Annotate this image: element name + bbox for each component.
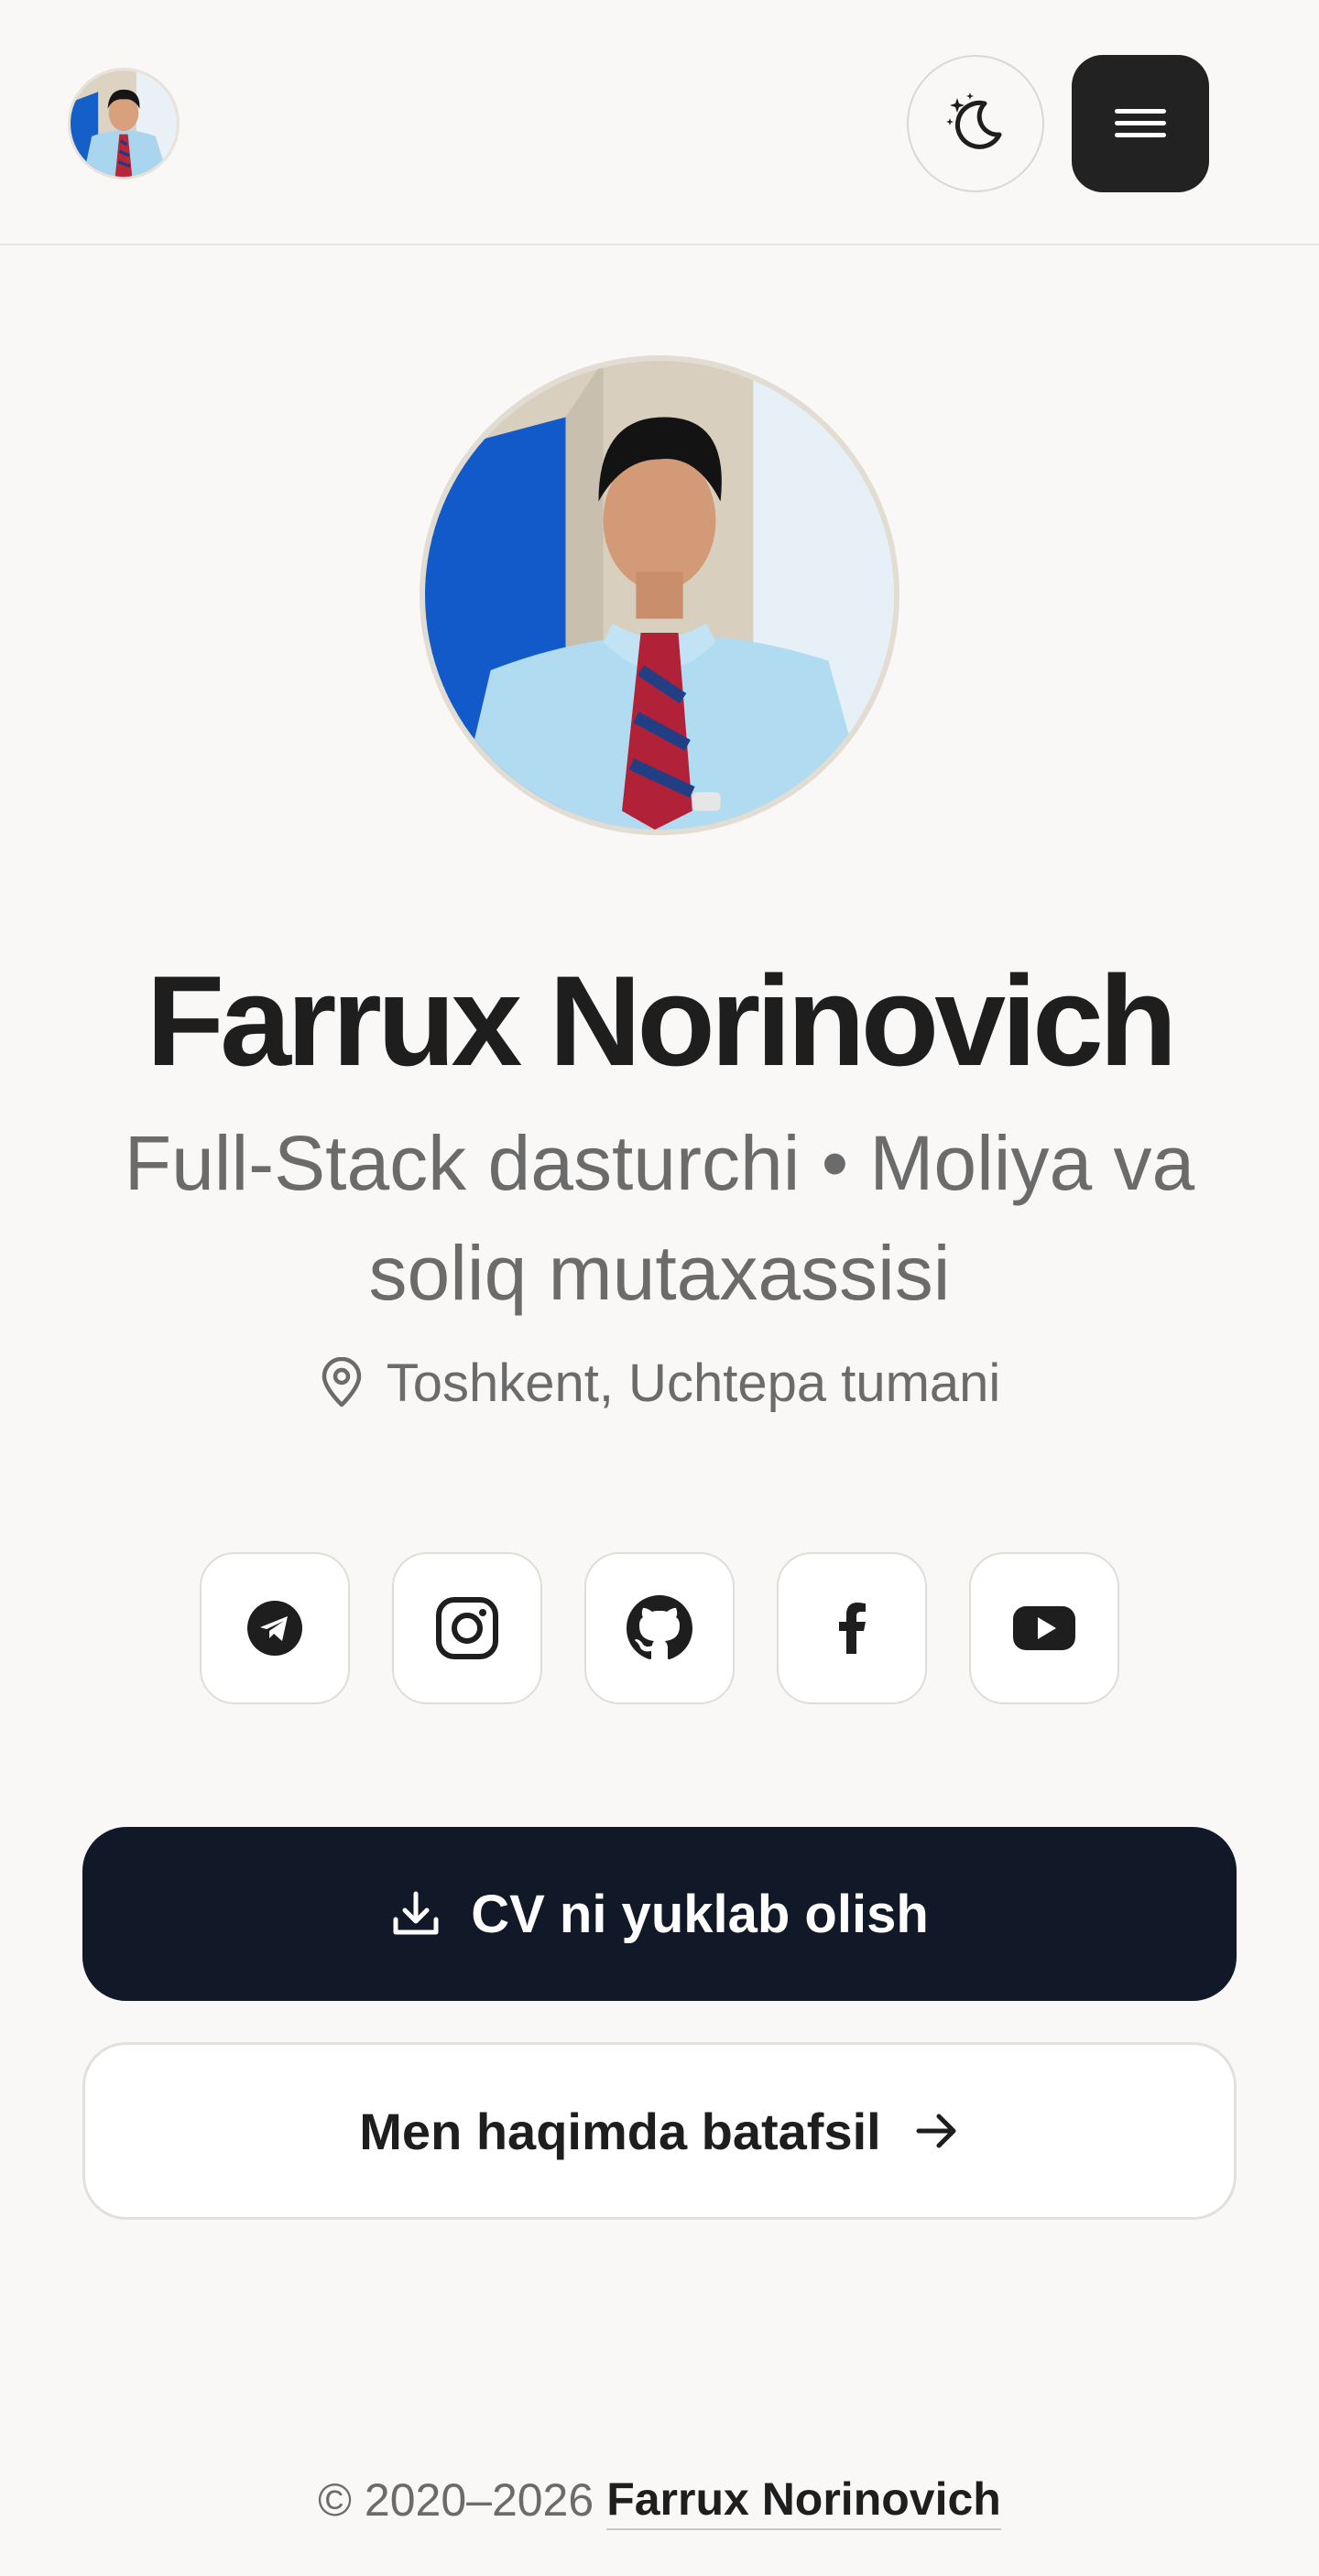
avatar[interactable]	[68, 68, 180, 179]
download-icon	[393, 1891, 439, 1935]
theme-toggle-button[interactable]	[907, 55, 1044, 192]
site-header	[0, 0, 1319, 245]
facebook-icon	[839, 1603, 866, 1654]
arrow-right-icon	[916, 2114, 956, 2148]
about-more-label: Men haqimda batafsil	[359, 2102, 881, 2160]
menu-button[interactable]	[1072, 55, 1209, 192]
site-footer: © 2020–2026 Farrux Norinovich	[0, 2463, 1319, 2537]
youtube-link[interactable]	[969, 1552, 1119, 1704]
location: Toshkent, Uchtepa tumani	[0, 1346, 1319, 1419]
menu-icon	[1115, 109, 1166, 137]
avatar-photo	[71, 71, 177, 177]
facebook-link[interactable]	[777, 1552, 927, 1704]
copyright-text: © 2020–2026	[318, 2474, 594, 2526]
download-cv-label: CV ni yuklab olish	[471, 1884, 929, 1944]
about-more-button[interactable]: Men haqimda batafsil	[82, 2042, 1237, 2220]
telegram-link[interactable]	[200, 1552, 350, 1704]
moon-stars-icon	[946, 92, 1002, 149]
github-icon	[627, 1595, 692, 1659]
telegram-icon	[247, 1601, 302, 1656]
footer-owner-link[interactable]: Farrux Norinovich	[606, 2470, 1001, 2530]
page-title: Farrux Norinovich	[146, 949, 1178, 1092]
instagram-icon	[436, 1597, 498, 1659]
github-link[interactable]	[584, 1552, 735, 1704]
download-cv-button[interactable]: CV ni yuklab olish	[82, 1827, 1237, 2001]
map-pin-icon	[322, 1357, 361, 1408]
profile-photo	[420, 355, 899, 835]
profile-subtitle: Full-Stack dasturchi • Moliya va soliq m…	[124, 1120, 1195, 1316]
youtube-icon	[1013, 1606, 1075, 1650]
location-text: Toshkent, Uchtepa tumani	[386, 1353, 1001, 1413]
profile-photo-image	[425, 361, 894, 830]
social-links	[200, 1552, 1119, 1704]
instagram-link[interactable]	[392, 1552, 542, 1704]
